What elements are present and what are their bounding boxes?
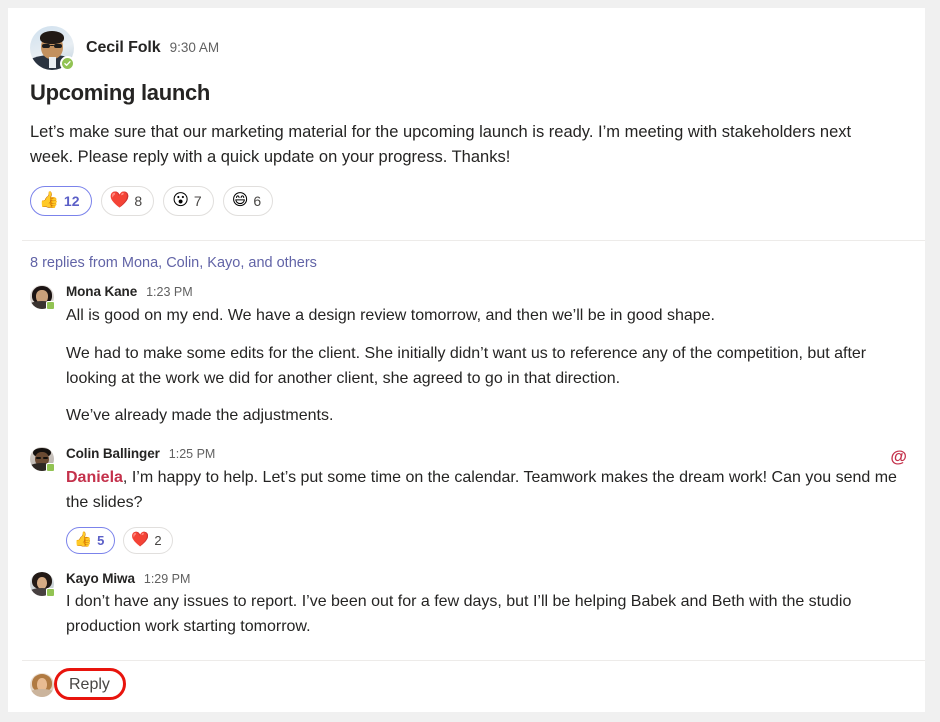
reply-paragraph: All is good on my end. We have a design …	[66, 307, 715, 324]
avatar-image	[30, 673, 54, 698]
reply-body: I don’t have any issues to report. I’ve …	[66, 590, 903, 640]
root-post-header: Cecil Folk 9:30 AM	[30, 26, 903, 71]
thumbs-up-icon: 👍	[74, 531, 93, 548]
mention-daniela[interactable]: Daniela	[66, 469, 123, 486]
reply-body: Daniela, I’m happy to help. Let’s put so…	[66, 466, 903, 516]
reply-content: Mona Kane 1:23 PM All is good on my end.…	[66, 284, 903, 429]
reply-reactions: 👍 5 ❤️ 2	[66, 526, 903, 554]
reply-header: Mona Kane 1:23 PM	[66, 284, 903, 300]
reply-content: Kayo Miwa 1:29 PM I don’t have any issue…	[66, 571, 903, 640]
root-post: Cecil Folk 9:30 AM Upcoming launch Let’s …	[8, 8, 925, 224]
avatar-colin-ballinger[interactable]	[30, 447, 55, 473]
reply-timestamp: 1:23 PM	[146, 285, 193, 300]
root-post-meta: Cecil Folk 9:30 AM	[86, 39, 219, 57]
presence-badge-available	[60, 56, 75, 71]
reaction-count: 7	[193, 193, 202, 210]
avatar-art	[30, 673, 54, 698]
root-post-timestamp: 9:30 AM	[169, 40, 220, 55]
reply-author[interactable]: Kayo Miwa	[66, 571, 135, 587]
reply-content: Colin Ballinger 1:25 PM Daniela, I’m hap…	[66, 446, 903, 554]
reply-button[interactable]: Reply	[65, 674, 114, 696]
presence-badge-available	[46, 587, 55, 597]
root-post-reactions: 👍 12 ❤️ 8 😮 7 😄 6	[30, 186, 903, 217]
avatar-cecil-folk[interactable]	[30, 26, 75, 71]
laugh-icon: 😄	[231, 192, 249, 210]
thumbs-up-icon: 👍	[39, 192, 59, 210]
reaction-count: 8	[134, 193, 143, 210]
avatar-mona-kane[interactable]	[30, 285, 55, 311]
presence-badge-available	[46, 463, 55, 473]
avatar-current-user[interactable]	[30, 673, 54, 698]
replies-area: 8 replies from Mona, Colin, Kayo, and ot…	[8, 241, 925, 640]
reply-body: All is good on my end. We have a design …	[66, 304, 903, 429]
check-icon	[64, 61, 71, 66]
reply-timestamp: 1:25 PM	[168, 447, 216, 462]
reaction-pill-thumbs-up[interactable]: 👍 5	[66, 526, 116, 554]
reply-item: Mona Kane 1:23 PM All is good on my end.…	[30, 284, 903, 429]
reply-item: Kayo Miwa 1:29 PM I don’t have any issue…	[30, 571, 903, 640]
reply-paragraph: We’ve already made the adjustments.	[66, 407, 334, 425]
reply-header: Colin Ballinger 1:25 PM	[66, 446, 903, 462]
mention-at-icon: @	[890, 447, 907, 467]
reaction-count: 6	[253, 193, 262, 210]
avatar-kayo-miwa[interactable]	[30, 571, 55, 597]
reaction-count: 2	[154, 532, 162, 548]
reply-bar: Reply	[8, 661, 925, 709]
reaction-pill-laugh[interactable]: 😄 6	[222, 186, 274, 217]
post-body: Let’s make sure that our marketing mater…	[30, 123, 852, 167]
reaction-count: 5	[97, 532, 105, 548]
reaction-pill-heart[interactable]: ❤️ 8	[100, 186, 155, 217]
reply-paragraph: We had to make some edits for the client…	[66, 344, 867, 387]
post-title: Upcoming launch	[30, 80, 211, 105]
reaction-pill-thumbs-up[interactable]: 👍 12	[30, 186, 92, 217]
reply-header: Kayo Miwa 1:29 PM	[66, 571, 903, 587]
reaction-pill-surprised[interactable]: 😮 7	[163, 186, 214, 217]
reply-timestamp: 1:29 PM	[143, 571, 191, 586]
reply-item: Colin Ballinger 1:25 PM Daniela, I’m hap…	[30, 446, 907, 554]
root-post-author[interactable]: Cecil Folk	[86, 39, 161, 56]
reply-paragraph: Daniela, I’m happy to help. Let’s put so…	[66, 466, 903, 516]
replies-summary-link[interactable]: 8 replies from Mona, Colin, Kayo, and ot…	[30, 255, 903, 271]
presence-badge-available	[46, 301, 55, 311]
reply-paragraph-text: , I’m happy to help. Let’s put some time…	[66, 469, 897, 511]
heart-icon: ❤️	[131, 531, 150, 548]
heart-icon: ❤️	[109, 192, 130, 210]
surprised-icon: 😮	[172, 192, 189, 210]
reply-paragraph: I don’t have any issues to report. I’ve …	[66, 593, 852, 636]
reaction-count: 12	[63, 193, 80, 210]
reply-author[interactable]: Mona Kane	[66, 284, 137, 300]
conversation-card: Cecil Folk 9:30 AM Upcoming launch Let’s …	[8, 8, 925, 712]
reaction-pill-heart[interactable]: ❤️ 2	[123, 526, 173, 554]
reply-author[interactable]: Colin Ballinger	[66, 446, 160, 462]
